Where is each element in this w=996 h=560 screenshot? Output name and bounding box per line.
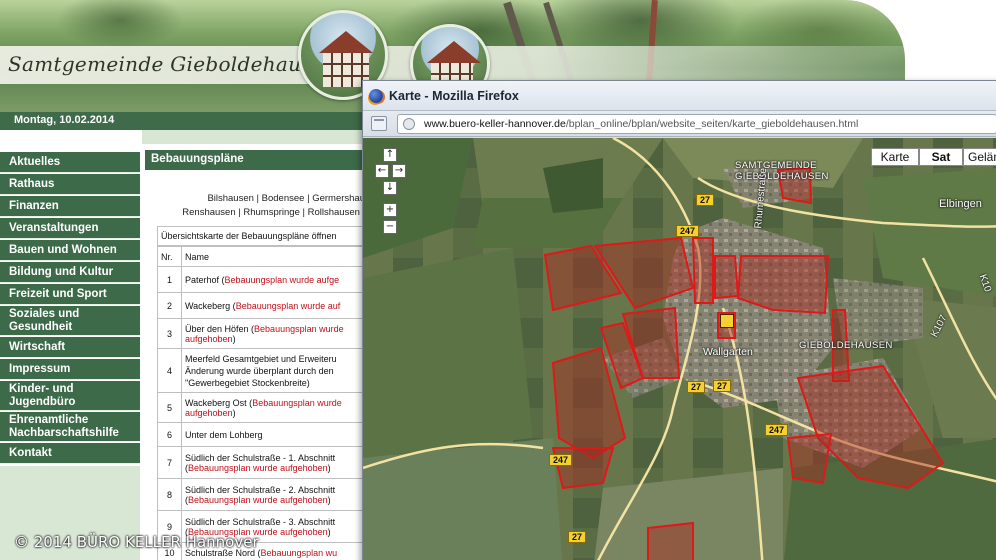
road-shield: 247 [676,225,700,237]
row-number: 6 [157,422,182,447]
column-header-name: Name [181,246,367,267]
firefox-logo-icon [369,89,383,103]
row-name[interactable]: Wackeberg (Bebauungsplan wurde auf [181,292,367,319]
overview-map-link[interactable]: Übersichtskarte der Bebauungspläne öffne… [157,226,367,246]
nav-item-veranstaltungen[interactable]: Veranstaltungen [0,218,140,239]
table-row[interactable]: 3 Über den Höfen (Bebauungsplan wurde auf… [157,318,367,349]
window-title: Karte - Mozilla Firefox [389,89,519,103]
pan-up-button[interactable]: ↑ [383,148,397,162]
section-heading: Bebauungspläne [145,150,365,170]
nav-item-nachbarschaftshilfe[interactable]: Ehrenamtliche Nachbarschaftshilfe [0,412,140,442]
table-row[interactable]: 5 Wackeberg Ost (Bebauungsplan wurde aufg… [157,392,367,423]
road-shield: 27 [696,194,715,206]
row-name[interactable]: Paterhof (Bebauungsplan wurde aufge [181,266,367,293]
url-bar[interactable]: www.buero-keller-hannover.de/bplan_onlin… [397,114,996,134]
map-type-sat[interactable]: Sat [919,148,963,166]
row-number: 1 [157,266,182,293]
table-header-row: Nr. Name [157,246,367,267]
map-imagery [363,138,996,560]
pan-down-button[interactable]: ↓ [383,181,397,195]
nav-item-kinder-jugendbuero[interactable]: Kinder- und Jugendbüro [0,381,140,411]
content-top-band [142,130,364,144]
nav-item-wirtschaft[interactable]: Wirtschaft [0,337,140,358]
nav-item-kontakt[interactable]: Kontakt [0,443,140,464]
nav-item-finanzen[interactable]: Finanzen [0,196,140,217]
row-name[interactable]: Unter dem Lohberg [181,422,367,447]
table-row[interactable]: 8 Südlich der Schulstraße - 2. Abschnitt… [157,478,367,511]
table-row[interactable]: 1 Paterhof (Bebauungsplan wurde aufge [157,266,367,293]
url-text[interactable]: www.buero-keller-hannover.de/bplan_onlin… [424,118,858,130]
left-navigation: Aktuelles Rathaus Finanzen Veranstaltung… [0,130,142,560]
column-header-nr: Nr. [157,246,182,267]
pan-right-button[interactable]: → [392,164,406,178]
municipality-links[interactable]: Bilshausen | Bodensee | Germershau Rensh… [150,192,365,220]
places-line-2[interactable]: Renshausen | Rhumspringe | Rollshausen | [150,206,365,220]
row-name[interactable]: Meerfeld Gesamtgebiet und Erweiteru Änder… [181,348,367,393]
page-icon[interactable] [371,116,387,131]
table-row[interactable]: 7 Südlich der Schulstraße - 1. Abschnitt… [157,446,367,479]
row-name[interactable]: Über den Höfen (Bebauungsplan wurde aufge… [181,318,367,349]
browser-navbar: www.buero-keller-hannover.de/bplan_onlin… [363,111,996,137]
nav-item-freizeit-und-sport[interactable]: Freizeit und Sport [0,284,140,305]
window-titlebar[interactable]: Karte - Mozilla Firefox [363,81,996,111]
nav-item-bauen-und-wohnen[interactable]: Bauen und Wohnen [0,240,140,261]
nav-item-soziales[interactable]: Soziales und Gesundheit [0,306,140,336]
satellite-map[interactable]: ↑ ← → ↓ + − Karte Sat Gelän SAMTGEMEINDE… [363,138,996,560]
row-number: 3 [157,318,182,349]
label-wallgarten: Wallgarten [703,346,753,358]
label-gieboldehausen-center: GIEBOLDEHAUSEN [799,340,893,351]
zoom-out-button[interactable]: − [383,220,397,234]
row-name[interactable]: Wackeberg Ost (Bebauungsplan wurde aufgeh… [181,392,367,423]
nav-item-rathaus[interactable]: Rathaus [0,174,140,195]
road-shield: 27 [568,531,587,543]
row-name[interactable]: Südlich der Schulstraße - 2. Abschnitt (B… [181,478,367,511]
globe-icon[interactable] [403,118,415,130]
table-row[interactable]: 4 Meerfeld Gesamtgebiet und Erweiteru Änd… [157,348,367,393]
row-number: 7 [157,446,182,479]
row-number: 2 [157,292,182,319]
label-elbingen: Elbingen [939,198,982,210]
map-type-gelaende[interactable]: Gelän [963,148,996,166]
site-title[interactable]: Samtgemeinde Gieboldehausen [8,52,337,76]
road-shield: 247 [765,424,789,436]
label-samtgemeinde: SAMTGEMEINDE [735,160,817,171]
copyright-watermark: © 2014 BÜRO KELLER Hannover [14,533,259,551]
row-name[interactable]: Südlich der Schulstraße - 1. Abschnitt (B… [181,446,367,479]
road-shield: 27 [687,381,706,393]
road-shield: 247 [549,454,573,466]
nav-item-aktuelles[interactable]: Aktuelles [0,152,140,173]
table-row[interactable]: 6 Unter dem Lohberg [157,422,367,447]
places-line-1[interactable]: Bilshausen | Bodensee | Germershau [150,192,365,206]
nav-item-bildung-und-kultur[interactable]: Bildung und Kultur [0,262,140,283]
church-poi-icon[interactable] [720,314,734,328]
zoom-in-button[interactable]: + [383,203,397,217]
road-shield: 27 [713,380,732,392]
table-row[interactable]: 2 Wackeberg (Bebauungsplan wurde auf [157,292,367,319]
firefox-window: Karte - Mozilla Firefox www.buero-keller… [362,80,996,560]
row-number: 4 [157,348,182,393]
nav-item-impressum[interactable]: Impressum [0,359,140,380]
row-number: 5 [157,392,182,423]
row-number: 8 [157,478,182,511]
plans-table: Nr. Name 1 Paterhof (Bebauungsplan wurde… [157,246,367,560]
map-type-karte[interactable]: Karte [871,148,919,166]
label-gieboldehausen-top: GIEBOLDEHAUSEN [735,171,829,182]
current-date: Montag, 10.02.2014 [14,114,115,126]
pan-left-button[interactable]: ← [375,164,389,178]
